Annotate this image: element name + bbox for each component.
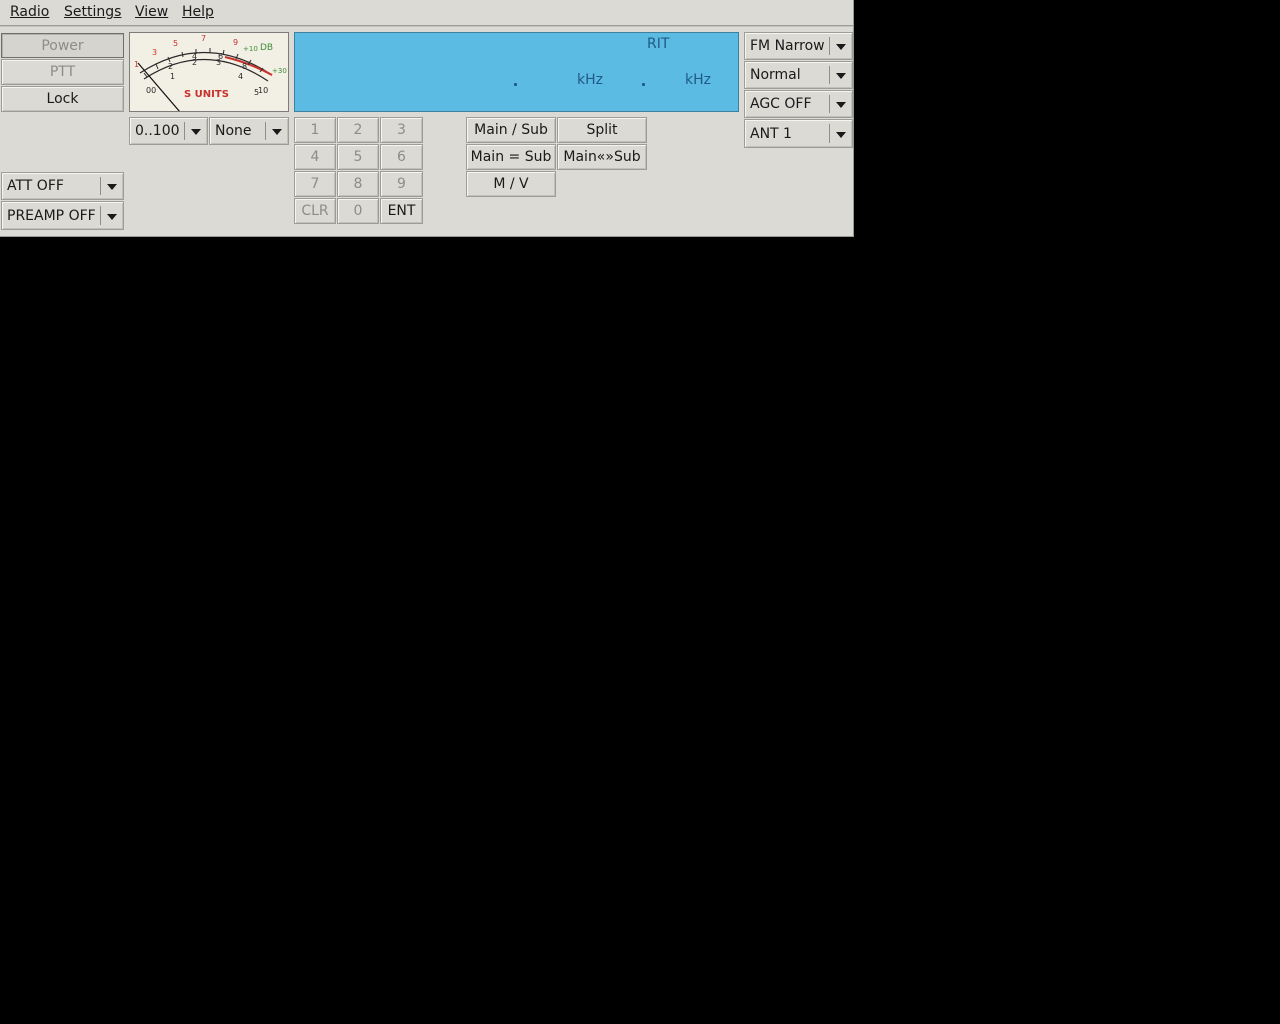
- ptt-button[interactable]: PTT: [1, 59, 124, 85]
- meter-tick-label: 9: [233, 38, 238, 47]
- meter-mode-separator: [265, 122, 266, 140]
- meter-tick-label: 00: [146, 86, 156, 95]
- meter-range-value: 0..100: [135, 123, 180, 139]
- keypad-1[interactable]: 1: [294, 117, 336, 143]
- keypad-clear[interactable]: CLR: [294, 198, 336, 224]
- meter-tick-label: 4: [192, 52, 197, 61]
- agc-select[interactable]: AGC OFF: [744, 90, 853, 118]
- meter-tick-label: 8: [242, 62, 247, 71]
- meter-tick-label: 6: [218, 52, 223, 61]
- meter-tick-label: 10: [258, 86, 268, 95]
- menu-help-label: Help: [182, 4, 214, 20]
- att-select[interactable]: ATT OFF: [1, 172, 124, 200]
- att-select-value: ATT OFF: [7, 178, 64, 194]
- power-button[interactable]: Power: [1, 33, 124, 58]
- keypad-4[interactable]: 4: [294, 144, 336, 170]
- main-swap-sub-button[interactable]: Main«»Sub: [557, 144, 647, 170]
- keypad-7[interactable]: 7: [294, 171, 336, 197]
- preamp-select[interactable]: PREAMP OFF: [1, 201, 124, 230]
- antenna-select[interactable]: ANT 1: [744, 119, 853, 148]
- preamp-select-separator: [100, 206, 101, 225]
- sub-frequency-unit: kHz: [685, 72, 711, 88]
- antenna-select-value: ANT 1: [750, 125, 792, 142]
- menu-bar: Radio Settings View Help: [0, 0, 853, 26]
- keypad-2[interactable]: 2: [337, 117, 379, 143]
- keypad-0[interactable]: 0: [337, 198, 379, 224]
- chevron-down-icon: [836, 44, 846, 50]
- s-meter-dial: 1 3 5 7 9 +10 +30 DB 2 2 3 4 6 8 10 1 4: [134, 34, 287, 111]
- main-frequency-unit: kHz: [577, 72, 603, 88]
- meter-tick-label: 4: [238, 72, 243, 81]
- split-button[interactable]: Split: [557, 117, 647, 143]
- memory-vfo-button[interactable]: M / V: [466, 171, 556, 197]
- meter-mode-value: None: [215, 123, 252, 139]
- meter-tick-label: 1: [134, 60, 139, 69]
- agc-select-value: AGC OFF: [750, 96, 812, 112]
- menu-settings-label: Settings: [64, 4, 122, 20]
- menu-view-label: View: [135, 4, 169, 20]
- menu-radio-label: Radio: [10, 4, 50, 20]
- meter-mode-select[interactable]: None: [209, 117, 289, 145]
- sub-frequency-decimal: [642, 83, 645, 86]
- menu-settings[interactable]: Settings: [64, 4, 121, 20]
- mode-select-value: FM Narrow: [750, 38, 825, 54]
- filter-select-separator: [829, 66, 830, 84]
- rit-label: RIT: [647, 36, 670, 52]
- chevron-down-icon: [107, 184, 117, 190]
- meter-tick-label: 1: [170, 72, 175, 81]
- preamp-select-value: PREAMP OFF: [7, 207, 96, 224]
- meter-tick-label: +10: [243, 45, 258, 53]
- meter-range-select[interactable]: 0..100: [129, 117, 208, 145]
- keypad-3[interactable]: 3: [380, 117, 423, 143]
- antenna-select-separator: [829, 124, 830, 143]
- frequency-display: RIT kHz kHz: [294, 32, 739, 112]
- chevron-down-icon: [836, 131, 846, 138]
- s-meter: 1 3 5 7 9 +10 +30 DB 2 2 3 4 6 8 10 1 4: [129, 32, 289, 112]
- meter-range-separator: [184, 122, 185, 140]
- meter-label: S UNITS: [184, 89, 229, 100]
- meter-tick-label: +30: [272, 67, 287, 75]
- keypad-9[interactable]: 9: [380, 171, 423, 197]
- main-sub-button[interactable]: Main / Sub: [466, 117, 556, 143]
- keypad-6[interactable]: 6: [380, 144, 423, 170]
- filter-select-value: Normal: [750, 67, 801, 83]
- menu-radio[interactable]: Radio: [10, 4, 49, 20]
- keypad-enter[interactable]: ENT: [380, 198, 423, 224]
- keypad-8[interactable]: 8: [337, 171, 379, 197]
- chevron-down-icon: [191, 129, 201, 135]
- agc-select-separator: [829, 95, 830, 113]
- meter-db-label: DB: [260, 43, 273, 53]
- chevron-down-icon: [836, 102, 846, 108]
- meter-tick-label: 5: [254, 88, 259, 97]
- main-equals-sub-button[interactable]: Main = Sub: [466, 144, 556, 170]
- chevron-down-icon: [272, 129, 282, 135]
- mode-select-separator: [829, 37, 830, 55]
- lock-button[interactable]: Lock: [1, 86, 124, 112]
- chevron-down-icon: [836, 73, 846, 79]
- radio-control-window: Radio Settings View Help Power PTT Lock …: [0, 0, 854, 237]
- menu-help[interactable]: Help: [182, 4, 214, 20]
- mode-select[interactable]: FM Narrow: [744, 32, 853, 60]
- meter-red-zone: [224, 56, 273, 76]
- menu-view[interactable]: View: [135, 4, 168, 20]
- main-frequency-decimal: [514, 83, 517, 86]
- chevron-down-icon: [107, 213, 117, 220]
- meter-tick-label: 7: [201, 34, 206, 43]
- meter-tick-label: 2: [168, 62, 173, 71]
- filter-select[interactable]: Normal: [744, 61, 853, 89]
- att-select-separator: [100, 177, 101, 195]
- meter-tick-label: 3: [152, 48, 157, 57]
- keypad-5[interactable]: 5: [337, 144, 379, 170]
- meter-tick-label: 5: [173, 39, 178, 48]
